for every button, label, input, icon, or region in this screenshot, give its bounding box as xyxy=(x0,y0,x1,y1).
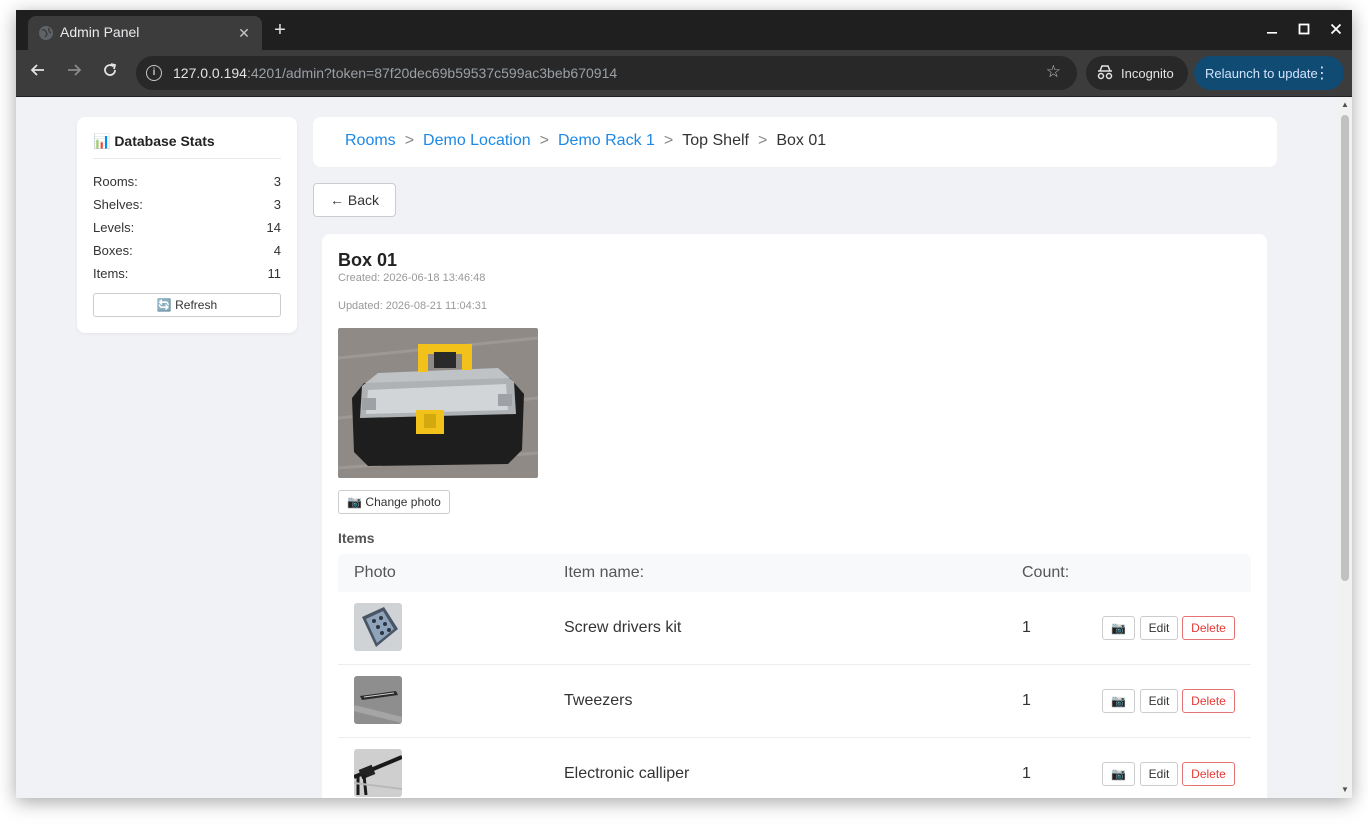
box-photo xyxy=(338,328,538,478)
breadcrumb-separator: > xyxy=(757,132,768,149)
stat-items: Items: 11 xyxy=(93,266,281,281)
stat-levels: Levels: 14 xyxy=(93,220,281,235)
item-photo-button[interactable]: 📷 xyxy=(1102,762,1135,786)
item-photo-button[interactable]: 📷 xyxy=(1102,689,1135,713)
box-detail-card: Box 01 Created: 2026-06-18 13:46:48 Upda… xyxy=(322,234,1267,798)
back-button[interactable]: ← Back xyxy=(313,183,396,217)
stat-rooms: Rooms: 3 xyxy=(93,174,281,189)
maximize-icon[interactable] xyxy=(1294,20,1314,40)
change-photo-button[interactable]: 📷 Change photo xyxy=(338,490,450,514)
tab-strip: Admin Panel ✕ + xyxy=(16,10,1352,50)
stat-shelves: Shelves: 3 xyxy=(93,197,281,212)
breadcrumb-separator: > xyxy=(404,132,415,149)
breadcrumb-current: Box 01 xyxy=(776,132,827,149)
globe-icon xyxy=(39,26,53,40)
table-row: Tweezers 1 📷 Edit Delete xyxy=(338,665,1251,738)
column-header-photo: Photo xyxy=(354,564,396,581)
url-text: 127.0.0.194:4201/admin?token=87f20dec69b… xyxy=(173,65,618,81)
item-photo-thumbnail xyxy=(354,603,402,651)
page-viewport: 📊 Database Stats Rooms: 3 Shelves: 3 Level… xyxy=(16,97,1352,798)
breadcrumb-rooms[interactable]: Rooms xyxy=(345,132,396,149)
breadcrumb: Rooms > Demo Location > Demo Rack 1 > Top Shel… xyxy=(313,117,1277,167)
scrollbar-thumb[interactable] xyxy=(1341,115,1349,581)
breadcrumb-separator: > xyxy=(663,132,674,149)
address-bar[interactable]: i 127.0.0.194:4201/admin?token=87f20dec6… xyxy=(136,56,1077,90)
minimize-icon[interactable] xyxy=(1262,20,1282,40)
items-heading: Items xyxy=(338,530,375,546)
close-tab-icon[interactable]: ✕ xyxy=(234,23,254,43)
tab-title: Admin Panel xyxy=(60,24,140,40)
scroll-down-icon[interactable]: ▼ xyxy=(1341,786,1349,794)
browser-window: Admin Panel ✕ + i 127.0.0.194:4201/admin… xyxy=(16,10,1352,798)
incognito-icon xyxy=(1097,65,1113,80)
delete-item-button[interactable]: Delete xyxy=(1182,689,1235,713)
item-photo-thumbnail xyxy=(354,749,402,797)
page-scrollbar[interactable]: ▲ ▼ xyxy=(1338,97,1352,798)
new-tab-icon[interactable]: + xyxy=(268,19,292,43)
browser-toolbar: i 127.0.0.194:4201/admin?token=87f20dec6… xyxy=(16,50,1352,96)
forward-arrow-icon[interactable] xyxy=(62,61,86,85)
updated-timestamp: Updated: 2026-08-21 11:04:31 xyxy=(338,300,488,312)
incognito-indicator[interactable]: Incognito xyxy=(1086,56,1188,90)
delete-item-button[interactable]: Delete xyxy=(1182,762,1235,786)
stat-boxes: Boxes: 4 xyxy=(93,243,281,258)
item-name: Screw drivers kit xyxy=(564,619,682,636)
stats-title: 📊 Database Stats xyxy=(93,133,281,159)
back-arrow-icon[interactable] xyxy=(26,61,50,85)
tab-admin-panel[interactable]: Admin Panel ✕ xyxy=(28,16,262,50)
breadcrumb-demo-rack[interactable]: Demo Rack 1 xyxy=(558,132,655,149)
edit-item-button[interactable]: Edit xyxy=(1140,616,1178,640)
edit-item-button[interactable]: Edit xyxy=(1140,689,1178,713)
more-menu-icon[interactable]: ⋮ xyxy=(1314,63,1330,83)
column-header-name: Item name: xyxy=(564,564,645,581)
table-row: Screw drivers kit 1 📷 Edit Delete xyxy=(338,592,1251,665)
table-row: Electronic calliper 1 📷 Edit Delete xyxy=(338,738,1251,798)
created-timestamp: Created: 2026-06-18 13:46:48 xyxy=(338,272,486,284)
edit-item-button[interactable]: Edit xyxy=(1140,762,1178,786)
breadcrumb-demo-location[interactable]: Demo Location xyxy=(423,132,531,149)
breadcrumb-separator: > xyxy=(539,132,549,149)
reload-icon[interactable] xyxy=(98,61,122,85)
delete-item-button[interactable]: Delete xyxy=(1182,616,1235,640)
scroll-up-icon[interactable]: ▲ xyxy=(1341,101,1349,109)
site-info-icon[interactable]: i xyxy=(146,65,162,81)
breadcrumb-top-shelf: Top Shelf xyxy=(682,132,749,149)
item-photo-button[interactable]: 📷 xyxy=(1102,616,1135,640)
page-title: Box 01 xyxy=(338,250,398,270)
database-stats-card: 📊 Database Stats Rooms: 3 Shelves: 3 Level… xyxy=(77,117,297,333)
item-photo-thumbnail xyxy=(354,676,402,724)
item-count: 1 xyxy=(1022,692,1031,709)
close-window-icon[interactable] xyxy=(1326,20,1346,40)
item-count: 1 xyxy=(1022,619,1031,636)
bookmark-star-icon[interactable]: ☆ xyxy=(1046,62,1061,82)
table-header: Photo Item name: Count: xyxy=(338,554,1251,592)
item-name: Tweezers xyxy=(564,692,633,709)
column-header-count: Count: xyxy=(1022,564,1070,581)
refresh-button[interactable]: 🔄 Refresh xyxy=(93,293,281,317)
item-count: 1 xyxy=(1022,765,1031,782)
relaunch-to-update-button[interactable]: Relaunch to update ⋮ xyxy=(1194,56,1344,90)
item-name: Electronic calliper xyxy=(564,765,690,782)
